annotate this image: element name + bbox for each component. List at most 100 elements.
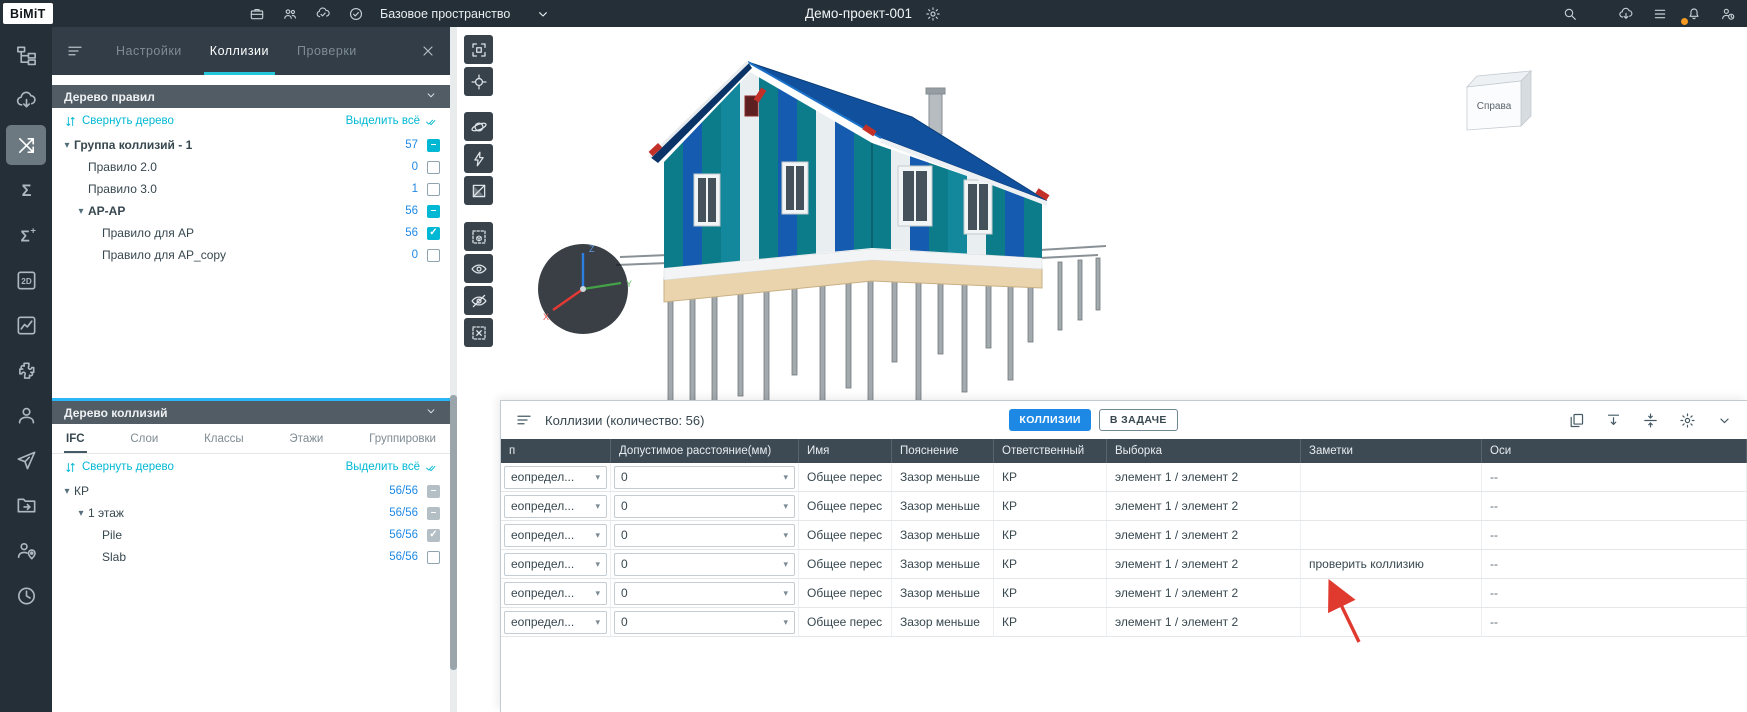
type-dropdown[interactable]: еопредел...▾	[504, 524, 607, 547]
orientation-gizmo[interactable]: Z Y X	[538, 244, 632, 334]
viewport-tool-focus[interactable]	[464, 67, 493, 96]
type-dropdown[interactable]: еопредел...▾	[504, 495, 607, 518]
tree-node[interactable]: ▾Группа коллизий - 157–	[52, 134, 450, 156]
sidebar-item-user-location[interactable]	[6, 530, 46, 570]
type-dropdown[interactable]: еопредел...▾	[504, 553, 607, 576]
collision-row[interactable]: еопредел...▾0▾Общее пересЗазор меньшеКРэ…	[501, 521, 1747, 550]
collision-row[interactable]: еопредел...▾0▾Общее пересЗазор меньшеКРэ…	[501, 463, 1747, 492]
sidebar-item-users[interactable]	[6, 395, 46, 435]
sidebar-item-calculations-add[interactable]: Σ+	[6, 215, 46, 255]
panel-menu-icon[interactable]	[515, 411, 533, 429]
expander-icon[interactable]: ▾	[74, 508, 88, 519]
tree-node-checkbox[interactable]: –	[427, 205, 440, 218]
collapse-tree-link[interactable]: Свернуть дерево	[64, 461, 174, 474]
sidebar-item-tasks[interactable]	[6, 440, 46, 480]
column-header[interactable]: Пояснение	[892, 439, 994, 463]
type-dropdown[interactable]: еопредел...▾	[504, 582, 607, 605]
panel-scrollbar[interactable]	[450, 27, 457, 712]
user-session-icon[interactable]	[1719, 5, 1737, 23]
collapse-panel-icon[interactable]	[1715, 411, 1733, 429]
sidebar-item-cloud-import[interactable]	[6, 80, 46, 120]
collapse-tree-link[interactable]: Свернуть дерево	[64, 115, 174, 128]
sidebar-item-drawings-2d[interactable]: 2D	[6, 260, 46, 300]
tab-проверки[interactable]: Проверки	[283, 27, 371, 75]
expander-icon[interactable]: ▾	[74, 206, 88, 217]
menu-list-icon[interactable]	[1651, 5, 1669, 23]
panel-close-icon[interactable]	[420, 43, 436, 59]
tree-node[interactable]: Правило для АР_copy0	[52, 244, 450, 266]
viewport-tool-section[interactable]	[464, 176, 493, 205]
cell-notes[interactable]	[1301, 579, 1482, 607]
expander-icon[interactable]: ▾	[60, 140, 74, 151]
subtab-классы[interactable]: Классы	[196, 424, 252, 453]
subtab-слои[interactable]: Слои	[122, 424, 166, 453]
notifications-icon[interactable]	[1685, 5, 1703, 23]
cell-notes[interactable]	[1301, 608, 1482, 636]
tree-node-checkbox[interactable]	[427, 161, 440, 174]
subtab-группировки[interactable]: Группировки	[361, 424, 444, 453]
tree-node-checkbox[interactable]: –	[427, 507, 440, 520]
column-header[interactable]: п	[501, 439, 611, 463]
table-settings-icon[interactable]	[1678, 411, 1696, 429]
tab-настройки[interactable]: Настройки	[102, 27, 196, 75]
app-logo[interactable]: BiMiT	[3, 3, 53, 24]
copy-icon[interactable]	[1567, 411, 1585, 429]
sidebar-item-plugins[interactable]	[6, 350, 46, 390]
cloud-sync-icon[interactable]	[314, 5, 332, 23]
tree-node[interactable]: Правило 2.00	[52, 156, 450, 178]
column-header[interactable]: Оси	[1482, 439, 1747, 463]
distance-dropdown[interactable]: 0▾	[614, 553, 795, 576]
collision-row[interactable]: еопредел...▾0▾Общее пересЗазор меньшеКРэ…	[501, 550, 1747, 579]
view-button-collisions[interactable]: КОЛЛИЗИИ	[1009, 409, 1090, 431]
scrollbar-thumb[interactable]	[450, 395, 457, 670]
view-button-in-task[interactable]: В ЗАДАЧЕ	[1099, 409, 1178, 431]
viewport-tool-selection-box[interactable]	[464, 222, 493, 251]
column-header[interactable]: Заметки	[1301, 439, 1482, 463]
cell-notes[interactable]	[1301, 463, 1482, 491]
tree-node[interactable]: Правило для АР56✓	[52, 222, 450, 244]
fit-rows-icon[interactable]	[1641, 411, 1659, 429]
tree-node[interactable]: ▾КР56/56–	[52, 480, 450, 502]
tree-node-checkbox[interactable]: –	[427, 485, 440, 498]
project-settings-icon[interactable]	[924, 5, 942, 23]
sidebar-item-model-tree[interactable]	[6, 35, 46, 75]
cloud-download-icon[interactable]	[1617, 5, 1635, 23]
distance-dropdown[interactable]: 0▾	[614, 524, 795, 547]
collision-row[interactable]: еопредел...▾0▾Общее пересЗазор меньшеКРэ…	[501, 492, 1747, 521]
distance-dropdown[interactable]: 0▾	[614, 466, 795, 489]
sidebar-item-charts[interactable]	[6, 305, 46, 345]
collision-row[interactable]: еопредел...▾0▾Общее пересЗазор меньшеКРэ…	[501, 579, 1747, 608]
viewport-tool-orbit[interactable]	[464, 112, 493, 141]
tree-node-checkbox[interactable]: –	[427, 139, 440, 152]
tree-node-checkbox[interactable]	[427, 183, 440, 196]
tree-node-checkbox[interactable]	[427, 249, 440, 262]
checks-done-icon[interactable]	[347, 5, 365, 23]
sidebar-item-export[interactable]	[6, 485, 46, 525]
viewport-tool-quick-clash[interactable]	[464, 144, 493, 173]
column-header[interactable]: Ответственный	[994, 439, 1107, 463]
type-dropdown[interactable]: еопредел...▾	[504, 611, 607, 634]
subtab-ifc[interactable]: IFC	[58, 424, 93, 453]
column-header[interactable]: Допустимое расстояние(мм)	[611, 439, 799, 463]
tree-node-checkbox[interactable]: ✓	[427, 529, 440, 542]
viewport-tool-hide[interactable]	[464, 286, 493, 315]
column-header[interactable]: Выборка	[1107, 439, 1301, 463]
type-dropdown[interactable]: еопредел...▾	[504, 466, 607, 489]
distance-dropdown[interactable]: 0▾	[614, 582, 795, 605]
tree-node[interactable]: Правило 3.01	[52, 178, 450, 200]
select-all-link[interactable]: Выделить всё	[346, 461, 438, 474]
tree-node-checkbox[interactable]: ✓	[427, 227, 440, 240]
tree-node-checkbox[interactable]	[427, 551, 440, 564]
sidebar-item-history[interactable]	[6, 575, 46, 615]
viewport-tool-fit-view[interactable]	[464, 35, 493, 64]
workspace-selector[interactable]: Базовое пространство	[380, 0, 552, 27]
tab-коллизии[interactable]: Коллизии	[196, 27, 283, 75]
collisions-tree-header[interactable]: Дерево коллизий	[52, 401, 450, 424]
viewport-tool-show[interactable]	[464, 254, 493, 283]
export-down-icon[interactable]	[1604, 411, 1622, 429]
subtab-этажи[interactable]: Этажи	[281, 424, 331, 453]
viewport-tool-clear-isolation[interactable]	[464, 318, 493, 347]
cell-notes[interactable]	[1301, 492, 1482, 520]
view-cube[interactable]: Справа	[1467, 71, 1531, 130]
column-header[interactable]: Имя	[799, 439, 892, 463]
